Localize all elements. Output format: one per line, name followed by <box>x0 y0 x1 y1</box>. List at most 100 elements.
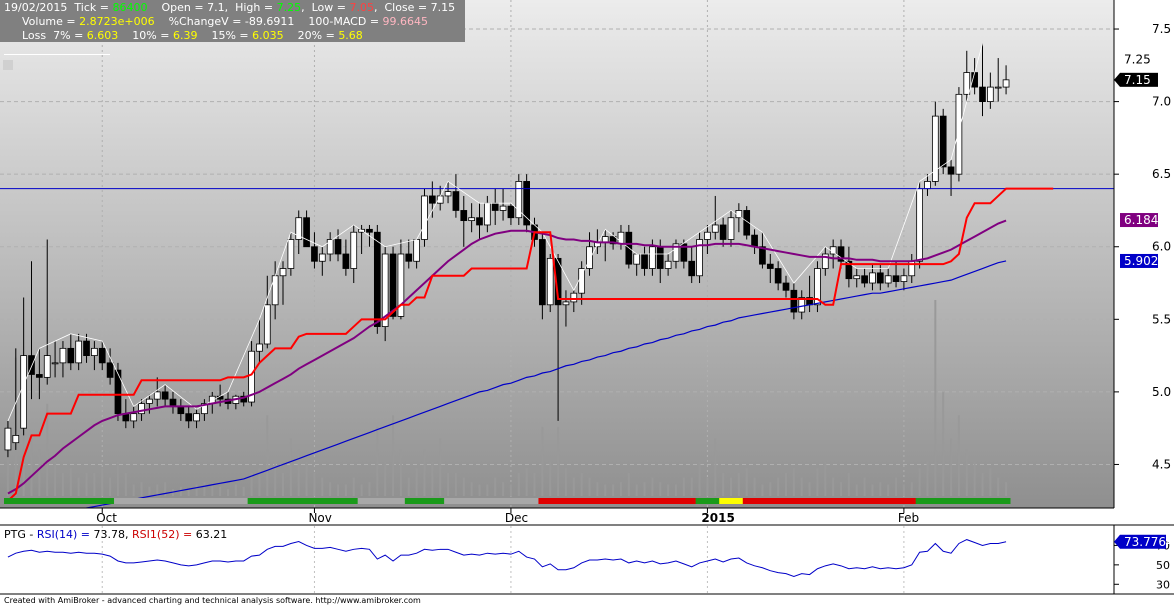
time-axis-background <box>0 508 1114 525</box>
status-cell <box>365 498 374 504</box>
candle-body-down <box>939 115 947 168</box>
macd-value: 99.6645 <box>382 15 429 28</box>
candle-body-up <box>853 275 861 280</box>
status-cell <box>805 498 815 504</box>
candle-body-up <box>350 231 358 269</box>
status-cell <box>593 498 602 504</box>
status-cell <box>59 498 68 504</box>
status-cell <box>664 498 673 504</box>
volume-bar <box>116 461 119 496</box>
price-tick-label: 4.5 <box>1152 457 1171 471</box>
ma-long-badge: 5.902 <box>1120 253 1158 268</box>
status-cell <box>907 498 917 504</box>
volume-bar <box>415 468 418 496</box>
volume-bar <box>957 415 960 496</box>
volume-bar <box>69 468 72 496</box>
high-value: 7.25 <box>276 1 302 14</box>
ma-short-badge: 6.184 <box>1120 213 1158 228</box>
volume-bar <box>918 468 921 496</box>
volume-bar <box>305 461 308 496</box>
candle-body-up <box>146 398 153 404</box>
candle-body-down <box>452 191 460 211</box>
status-cell <box>923 498 932 504</box>
candle <box>814 261 821 313</box>
volume-bar <box>840 482 843 496</box>
volume-bar <box>462 477 465 496</box>
status-cell <box>389 498 398 504</box>
candle-body-up <box>193 413 200 422</box>
tick-label: Tick = <box>74 1 109 14</box>
volume-bar <box>376 426 379 496</box>
candle-body-up <box>20 355 27 429</box>
volume-bar <box>737 472 740 496</box>
volume-bar <box>93 472 96 496</box>
status-cell <box>530 498 539 504</box>
candle-body-down <box>656 246 664 269</box>
volume-bar <box>502 482 505 496</box>
volume-bar <box>706 477 709 496</box>
volume-bar <box>54 461 57 496</box>
status-cell <box>82 498 91 504</box>
rsi14-label: RSI(14) = <box>36 528 91 541</box>
status-cell <box>703 498 712 504</box>
status-cell <box>609 498 618 504</box>
header-row-2: Volume = 2.8723e+006 %ChangeV = -89.6911… <box>22 15 428 29</box>
candle-body-down <box>774 268 782 284</box>
volume-bar <box>384 461 387 496</box>
status-cell <box>711 498 720 504</box>
status-cell <box>648 498 657 504</box>
time-tick-label: 2015 <box>701 511 734 525</box>
volume-bar <box>777 477 780 496</box>
open-value: 7.1 <box>207 1 225 14</box>
volume-bar <box>690 477 693 496</box>
volume-bar <box>729 477 732 496</box>
volume-bar <box>211 484 214 496</box>
tick-value: 86400 <box>112 1 148 14</box>
volume-bar <box>847 472 850 496</box>
status-cell <box>90 498 99 504</box>
status-cell <box>224 498 233 504</box>
candle-body-down <box>476 217 483 226</box>
status-cell <box>986 498 995 504</box>
volume-bar <box>572 477 575 496</box>
status-cell <box>789 498 799 504</box>
volume-bar <box>902 484 905 496</box>
status-cell <box>428 498 437 504</box>
candle-body-up <box>421 195 428 240</box>
volume-bar <box>651 477 654 496</box>
candle-body-up <box>884 275 892 284</box>
candle-body-up <box>153 391 161 400</box>
status-cell <box>74 498 84 504</box>
volume-bar <box>423 449 426 496</box>
status-cell <box>656 498 665 504</box>
status-cell <box>514 498 524 504</box>
candle <box>523 174 530 233</box>
volume-bar <box>604 484 607 496</box>
candle-body-down <box>892 275 900 282</box>
status-cell <box>200 498 209 504</box>
volume-bar <box>824 461 827 496</box>
status-cell <box>239 498 249 504</box>
volume-bar <box>1005 482 1008 496</box>
volume-bar <box>297 449 300 496</box>
status-cell <box>994 498 1003 504</box>
volume-bar <box>643 482 646 496</box>
volume-bar <box>509 484 512 496</box>
candle-body-up <box>1002 79 1010 88</box>
volume-bar <box>30 438 33 496</box>
volume-bar <box>549 461 552 496</box>
candle-body-down <box>876 272 884 284</box>
status-cell <box>915 498 925 504</box>
volume-bar <box>635 484 638 496</box>
status-cell <box>381 498 390 504</box>
header-notch <box>3 60 13 70</box>
chart-window: 4.5 5.0 5.5 6.0 6.5 7.0 7.5 7.25 7.15 6.184 5.902… <box>0 0 1174 609</box>
status-cell <box>451 498 461 504</box>
rsi-tick-label: 50 <box>1156 559 1170 572</box>
volume-bar <box>266 415 269 496</box>
candle-body-down <box>342 253 350 269</box>
volume-bar <box>973 461 976 496</box>
status-cell <box>695 498 704 504</box>
candle-body-down <box>766 263 774 269</box>
status-cell <box>4 498 13 504</box>
